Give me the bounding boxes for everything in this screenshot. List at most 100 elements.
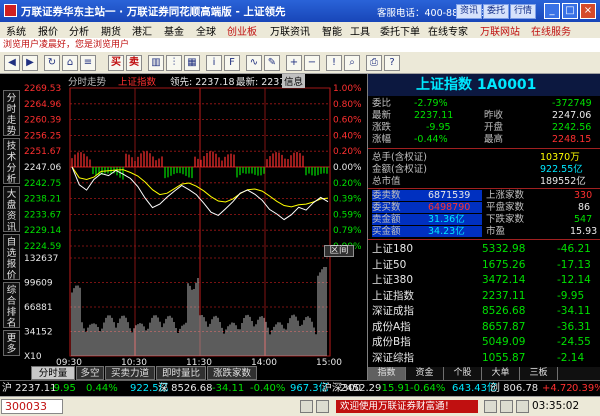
draw-icon[interactable]: ✎ bbox=[264, 55, 280, 71]
back-icon[interactable]: ◀ bbox=[4, 55, 20, 71]
index-row[interactable]: 上证50 1675.26 -17.13 bbox=[372, 258, 599, 272]
tab-more[interactable]: 更多 bbox=[3, 330, 20, 356]
ticker-item: -9.95 bbox=[50, 383, 76, 394]
close-icon[interactable]: × bbox=[580, 3, 596, 19]
tab-market-news[interactable]: 大盘资讯 bbox=[3, 186, 20, 233]
sell-button[interactable]: 卖 bbox=[126, 55, 142, 71]
zoom-in-icon[interactable]: + bbox=[286, 55, 302, 71]
news-button[interactable]: 资讯 bbox=[456, 4, 482, 19]
chart-info-button[interactable]: 信息 bbox=[282, 74, 306, 88]
menu-gem[interactable]: 创业板 bbox=[227, 23, 257, 38]
index-row[interactable]: 成份A指 8657.87 -36.31 bbox=[372, 320, 599, 334]
lock-icon[interactable] bbox=[500, 400, 513, 413]
percent-tick-label: 0.40% bbox=[333, 131, 362, 141]
tab-buy-sell-force[interactable]: 买卖力道 bbox=[105, 366, 155, 380]
menu-hk-fx[interactable]: 港汇 bbox=[132, 23, 152, 38]
indicator-icon[interactable]: ∿ bbox=[246, 55, 262, 71]
zoom-out-icon[interactable]: − bbox=[304, 55, 320, 71]
ticker-item: -0.40% bbox=[250, 383, 286, 394]
menu-online-expert[interactable]: 在线专家 bbox=[428, 23, 468, 38]
menu-order[interactable]: 委托下单 bbox=[380, 23, 420, 38]
price-tick-label: 2229.14 bbox=[24, 226, 61, 236]
percent-tick-label: 0.00% bbox=[333, 163, 362, 173]
forward-icon[interactable]: ▶ bbox=[22, 55, 38, 71]
index-name: 上证380 bbox=[372, 274, 414, 286]
time-tick-label: 10:30 bbox=[121, 358, 147, 366]
ticker-item: -0.64% bbox=[410, 383, 446, 394]
index-value: 2237.11 bbox=[482, 289, 526, 302]
intraday-chart[interactable]: 2269.53 1.00%2264.96 0.80%2260.39 0.60%2256… bbox=[22, 74, 367, 366]
search-icon[interactable]: ⌕ bbox=[344, 55, 360, 71]
index-row[interactable]: 上证380 3472.14 -12.14 bbox=[372, 273, 599, 287]
table-icon[interactable]: ▦ bbox=[184, 55, 200, 71]
buy-button[interactable]: 买 bbox=[108, 55, 124, 71]
tab-ranking[interactable]: 综合排名 bbox=[3, 282, 20, 329]
index-row[interactable]: 上证180 5332.98 -46.21 bbox=[372, 242, 599, 256]
help-icon[interactable]: ? bbox=[384, 55, 400, 71]
index-change: -36.31 bbox=[557, 320, 591, 333]
trade-button[interactable]: 委托 bbox=[483, 4, 509, 19]
toolbar: ◀ ▶ ↻ ⌂ ≡ 买 卖 ▥ ⫶ ▦ i F ∿ ✎ + − ! ⌕ ⎙ ? bbox=[0, 52, 600, 74]
stock-code-input[interactable]: 300033 bbox=[1, 399, 63, 414]
ticker-item: -34.11 bbox=[212, 383, 245, 394]
menu-quotes[interactable]: 报价 bbox=[38, 23, 58, 38]
stock-list-icon[interactable]: ≡ bbox=[80, 55, 96, 71]
index-row[interactable]: 上证指数 2237.11 -9.95 bbox=[372, 289, 599, 303]
quote-row: 市盈 15.93 bbox=[486, 226, 598, 237]
quote-row: 总手(含权证) 10370万 bbox=[372, 152, 580, 163]
maximize-icon[interactable]: □ bbox=[562, 3, 578, 19]
info-icon[interactable]: i bbox=[206, 55, 222, 71]
menu-website[interactable]: 万联网站 bbox=[480, 23, 520, 38]
price-tick-label: 2251.67 bbox=[24, 147, 61, 157]
time-tick-label: 11:30 bbox=[186, 358, 212, 366]
f10-icon[interactable]: F bbox=[224, 55, 240, 71]
menu-global[interactable]: 全球 bbox=[196, 23, 216, 38]
volume-tick-label: X10 bbox=[24, 352, 42, 362]
chart-icon[interactable]: ▥ bbox=[148, 55, 164, 71]
tab-capital[interactable]: 资金 bbox=[406, 367, 444, 380]
tab-big-order[interactable]: 大单 bbox=[482, 367, 520, 380]
index-row[interactable]: 深证综指 1055.87 -2.14 bbox=[372, 351, 599, 365]
menu-wanlian-news[interactable]: 万联资讯 bbox=[270, 23, 310, 38]
index-name: 上证指数 bbox=[372, 289, 414, 302]
interval-button[interactable]: 区间 bbox=[324, 245, 354, 257]
message-icon[interactable] bbox=[516, 400, 529, 413]
index-name: 上证180 bbox=[372, 243, 414, 255]
menu-futures[interactable]: 期货 bbox=[101, 23, 121, 38]
price-tick-label: 2224.59 bbox=[24, 242, 61, 252]
menu-online-service[interactable]: 在线服务 bbox=[531, 23, 571, 38]
ticker-item: 创 806.78 bbox=[490, 383, 539, 394]
tab-index[interactable]: 指数 bbox=[368, 367, 406, 380]
price-tick-label: 2238.21 bbox=[24, 195, 61, 205]
alarm-icon[interactable] bbox=[484, 400, 497, 413]
tab-advance-decline[interactable]: 涨跌家数 bbox=[207, 366, 257, 380]
alert-icon[interactable]: ! bbox=[326, 55, 342, 71]
print-icon[interactable]: ⎙ bbox=[366, 55, 382, 71]
menu-smart[interactable]: 智能 bbox=[322, 23, 342, 38]
menu-system[interactable]: 系统 bbox=[6, 23, 26, 38]
index-value: 5332.98 bbox=[482, 243, 526, 255]
menu-analysis[interactable]: 分析 bbox=[69, 23, 89, 38]
tab-stock[interactable]: 个股 bbox=[444, 367, 482, 380]
left-tab-strip: 分时走势 技术分析 大盘资讯 自选报价 综合排名 更多 bbox=[0, 90, 22, 378]
tab-third-board[interactable]: 三板 bbox=[520, 367, 558, 380]
tab-volume[interactable]: 分时量 bbox=[31, 366, 75, 380]
tab-volume-ratio[interactable]: 即时量比 bbox=[156, 366, 206, 380]
minimize-icon[interactable]: _ bbox=[544, 3, 560, 19]
index-row[interactable]: 成份B指 5049.09 -24.55 bbox=[372, 335, 599, 349]
index-row[interactable]: 深证成指 8526.68 -34.11 bbox=[372, 304, 599, 318]
menu-tools[interactable]: 工具 bbox=[350, 23, 370, 38]
sound-icon[interactable] bbox=[316, 400, 329, 413]
percent-tick-label: 0.20% bbox=[333, 147, 362, 157]
refresh-icon[interactable]: ↻ bbox=[44, 55, 60, 71]
tab-long-short[interactable]: 多空 bbox=[76, 366, 104, 380]
window-title: 万联证券华东主站一 · 万联证券同花顺高端版 - 上证领先 bbox=[21, 6, 286, 18]
tab-technical[interactable]: 技术分析 bbox=[3, 138, 20, 185]
tab-intraday[interactable]: 分时走势 bbox=[3, 90, 20, 137]
index-value: 8657.87 bbox=[482, 320, 526, 333]
quotes-button[interactable]: 行情 bbox=[510, 4, 536, 19]
home-icon[interactable]: ⌂ bbox=[62, 55, 78, 71]
tab-watchlist[interactable]: 自选报价 bbox=[3, 234, 20, 281]
kline-icon[interactable]: ⫶ bbox=[166, 55, 182, 71]
menu-funds[interactable]: 基金 bbox=[164, 23, 184, 38]
